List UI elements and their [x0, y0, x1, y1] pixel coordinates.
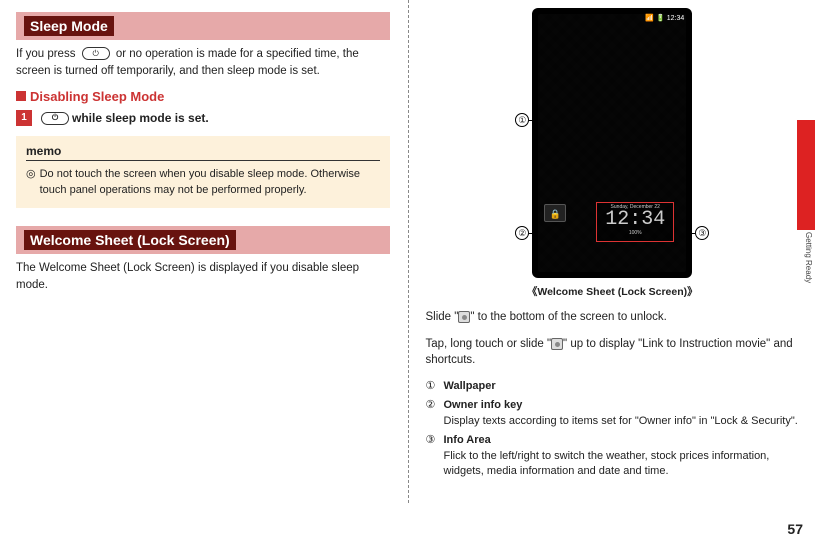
red-square-icon [16, 91, 26, 101]
item-num-1: ① [426, 379, 440, 394]
item-body-1: Wallpaper [444, 379, 800, 394]
memo-box: memo ◎ Do not touch the screen when you … [16, 136, 390, 208]
item-title-3: Info Area [444, 433, 800, 448]
sleep-mode-description: If you press ⏻ or no operation is made f… [16, 46, 390, 79]
slide-a: Slide " [426, 311, 459, 323]
section-header-welcome-sheet: Welcome Sheet (Lock Screen) [16, 226, 390, 254]
section-header-sleep-mode: Sleep Mode [16, 12, 390, 40]
power-glyph: ⏻ [92, 48, 98, 60]
welcome-sheet-description: The Welcome Sheet (Lock Screen) is displ… [16, 260, 390, 293]
section-title-sleep-mode: Sleep Mode [24, 16, 114, 36]
memo-item: ◎ Do not touch the screen when you disab… [26, 167, 380, 198]
page-number: 57 [787, 521, 803, 537]
side-tab-label: Getting Ready [799, 232, 813, 283]
right-column: ① ② ③ 📶 🔋 12:34 🔒 Sunday, Decemb [408, 0, 815, 543]
disable-title-text: Disabling Sleep Mode [30, 89, 164, 104]
item-num-3: ③ [426, 433, 440, 479]
status-time: 12:34 [667, 15, 685, 22]
memo-bullet-icon: ◎ [26, 167, 36, 198]
slide-b: " to the bottom of the screen to unlock. [470, 311, 667, 323]
battery-icon: 🔋 [656, 15, 665, 22]
tap-instruction: Tap, long touch or slide "" up to displa… [426, 336, 800, 369]
side-tab [797, 120, 815, 230]
item-body-3: Info Area Flick to the left/right to swi… [444, 433, 800, 479]
phone-illustration-wrap: ① ② ③ 📶 🔋 12:34 🔒 Sunday, Decemb [517, 8, 707, 278]
step-1-text: while sleep mode is set. [72, 111, 209, 125]
callout-item-1: ① Wallpaper [426, 379, 800, 394]
signal-icon: 📶 [645, 15, 654, 22]
callout-item-2: ② Owner info key Display texts according… [426, 398, 800, 429]
item-num-2: ② [426, 398, 440, 429]
item-title-2: Owner info key [444, 398, 800, 413]
slide-instruction: Slide " " to the bottom of the screen to … [426, 309, 800, 326]
callout-item-3: ③ Info Area Flick to the left/right to s… [426, 433, 800, 479]
slide-handle-icon [458, 311, 470, 323]
sleep-body-a: If you press [16, 48, 79, 60]
item-title-1: Wallpaper [444, 379, 800, 394]
callout-1: ① [515, 113, 529, 127]
lock-clock: 12:34 [597, 210, 673, 230]
lock-icon: 🔒 [550, 209, 561, 219]
item-body-2: Owner info key Display texts according t… [444, 398, 800, 429]
item-desc-3: Flick to the left/right to switch the we… [444, 449, 800, 480]
phone-frame: 📶 🔋 12:34 🔒 Sunday, December 22 12:34 10… [532, 8, 692, 278]
callout-3: ③ [695, 226, 709, 240]
step-badge-1: 1 [16, 110, 32, 126]
memo-title: memo [26, 144, 380, 161]
left-column: Sleep Mode If you press ⏻ or no operatio… [0, 0, 408, 543]
tap-a: Tap, long touch or slide " [426, 338, 552, 350]
power-glyph: ⏻ [52, 113, 58, 123]
phone-caption: 《Welcome Sheet (Lock Screen)》 [426, 284, 800, 299]
slide-handle-icon [551, 338, 563, 350]
phone-screen: 📶 🔋 12:34 🔒 Sunday, December 22 12:34 10… [538, 14, 686, 272]
subheading-disabling-sleep: Disabling Sleep Mode [16, 89, 390, 104]
memo-text: Do not touch the screen when you disable… [40, 167, 380, 198]
callout-list: ① Wallpaper ② Owner info key Display tex… [426, 379, 800, 479]
step-1-row: 1 ⏻ while sleep mode is set. [16, 110, 390, 126]
info-area: Sunday, December 22 12:34 100% [596, 202, 674, 242]
power-key-icon: ⏻ [41, 112, 69, 125]
section-title-welcome-sheet: Welcome Sheet (Lock Screen) [24, 230, 236, 250]
callout-2: ② [515, 226, 529, 240]
item-desc-2: Display texts according to items set for… [444, 414, 800, 429]
power-key-icon: ⏻ [82, 47, 110, 60]
owner-info-key: 🔒 [544, 204, 566, 222]
status-bar: 📶 🔋 12:34 [538, 14, 686, 24]
